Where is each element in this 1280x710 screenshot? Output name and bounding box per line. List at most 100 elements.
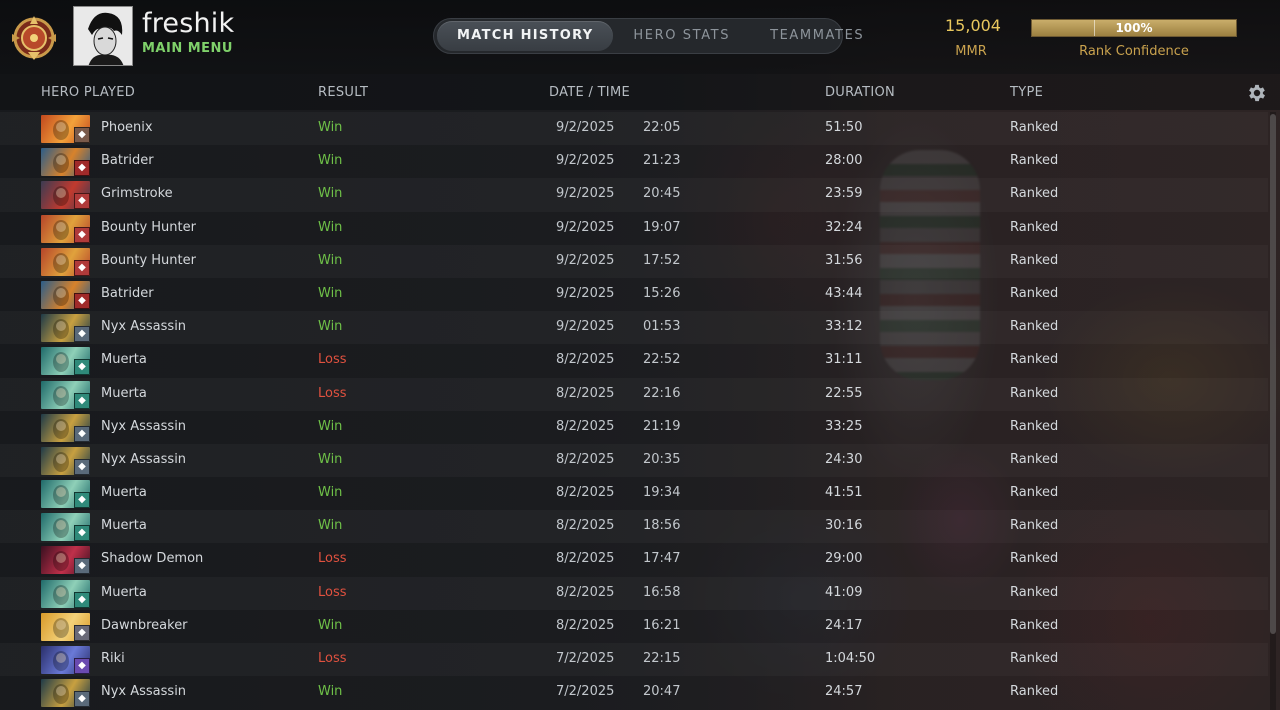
match-date: 9/2/2025	[556, 186, 615, 202]
table-row[interactable]: ◆ Bounty Hunter Win 9/2/2025 19:07 32:24…	[0, 212, 1268, 245]
table-row[interactable]: ◆ Muerta Loss 8/2/2025 16:58 41:09 Ranke…	[0, 577, 1268, 610]
match-date: 7/2/2025	[556, 651, 615, 666]
match-result: Win	[318, 120, 343, 135]
table-row[interactable]: ◆ Phoenix Win 9/2/2025 22:05 51:50 Ranke…	[0, 112, 1268, 145]
tab-match-history[interactable]: MATCH HISTORY	[437, 21, 614, 51]
column-header-hero[interactable]: HERO PLAYED	[41, 85, 135, 100]
column-header-type[interactable]: TYPE	[1010, 85, 1043, 100]
match-result: Loss	[318, 584, 347, 600]
avatar-image	[74, 7, 132, 65]
match-duration: 28:00	[825, 153, 863, 169]
match-duration: 30:16	[825, 518, 863, 534]
scrollbar-thumb[interactable]	[1270, 114, 1276, 634]
match-date: 8/2/2025	[556, 584, 615, 600]
roamer-icon: ◆	[74, 425, 90, 442]
match-duration: 41:09	[825, 584, 863, 600]
match-result: Loss	[318, 651, 347, 666]
hero-portrait-icon: ◆	[41, 579, 90, 608]
match-list: ◆ Phoenix Win 9/2/2025 22:05 51:50 Ranke…	[0, 112, 1268, 709]
roamer-icon: ◆	[74, 658, 90, 674]
match-type: Ranked	[1010, 153, 1059, 169]
hero-portrait-icon: ◆	[41, 181, 90, 210]
match-result: Win	[318, 186, 343, 202]
match-type: Ranked	[1010, 418, 1059, 434]
hard-support-icon: ◆	[74, 127, 90, 143]
column-header-result[interactable]: RESULT	[318, 85, 368, 100]
hero-portrait-icon: ◆	[41, 247, 90, 276]
gear-icon[interactable]	[1246, 82, 1268, 104]
table-row[interactable]: ◆ Nyx Assassin Win 9/2/2025 01:53 33:12 …	[0, 311, 1268, 344]
carry-icon: ◆	[74, 492, 90, 509]
match-time: 22:05	[643, 120, 681, 135]
match-time: 20:47	[643, 684, 681, 700]
match-result: Win	[318, 518, 343, 534]
table-row[interactable]: ◆ Batrider Win 9/2/2025 15:26 43:44 Rank…	[0, 278, 1268, 311]
tab-bar: MATCH HISTORY HERO STATS TEAMMATES	[433, 18, 863, 54]
tab-teammates[interactable]: TEAMMATES	[750, 21, 884, 51]
roamer-icon: ◆	[74, 691, 90, 708]
match-duration: 24:17	[825, 617, 863, 633]
table-row[interactable]: ◆ Muerta Loss 8/2/2025 22:52 31:11 Ranke…	[0, 344, 1268, 377]
column-header-duration[interactable]: DURATION	[825, 85, 895, 100]
support-icon: ◆	[74, 226, 90, 243]
table-row[interactable]: ◆ Grimstroke Win 9/2/2025 20:45 23:59 Ra…	[0, 178, 1268, 211]
match-duration: 51:50	[825, 120, 863, 135]
table-row[interactable]: ◆ Riki Loss 7/2/2025 22:15 1:04:50 Ranke…	[0, 643, 1268, 676]
table-row[interactable]: ◆ Muerta Loss 8/2/2025 22:16 22:55 Ranke…	[0, 378, 1268, 411]
column-header-datetime[interactable]: DATE / TIME	[549, 85, 630, 100]
match-type: Ranked	[1010, 285, 1059, 301]
table-row[interactable]: ◆ Muerta Win 8/2/2025 18:56 30:16 Ranked	[0, 510, 1268, 543]
rank-medal-icon	[12, 16, 56, 60]
hero-portrait-icon: ◆	[41, 480, 90, 509]
match-date: 7/2/2025	[556, 684, 615, 700]
offlane-icon: ◆	[74, 160, 90, 177]
hero-portrait-icon: ◆	[41, 679, 90, 708]
carry-icon: ◆	[74, 591, 90, 608]
match-duration: 43:44	[825, 285, 863, 301]
roamer-icon: ◆	[74, 458, 90, 475]
match-time: 19:34	[643, 485, 681, 501]
match-duration: 33:12	[825, 319, 863, 335]
match-type: Ranked	[1010, 617, 1059, 633]
hero-name: Nyx Assassin	[101, 451, 187, 467]
main-menu-link[interactable]: MAIN MENU	[142, 41, 233, 56]
match-result: Loss	[318, 551, 347, 567]
table-row[interactable]: ◆ Bounty Hunter Win 9/2/2025 17:52 31:56…	[0, 245, 1268, 278]
match-duration: 32:24	[825, 219, 863, 235]
offlane-icon: ◆	[74, 292, 90, 309]
avatar[interactable]	[73, 6, 133, 66]
table-row[interactable]: ◆ Nyx Assassin Win 7/2/2025 20:47 24:57 …	[0, 676, 1268, 709]
hero-portrait-icon: ◆	[41, 314, 90, 343]
scrollbar[interactable]	[1270, 112, 1276, 710]
match-time: 01:53	[643, 319, 681, 335]
match-time: 16:58	[643, 584, 681, 600]
hero-portrait-icon: ◆	[41, 413, 90, 442]
match-date: 8/2/2025	[556, 385, 615, 401]
table-row[interactable]: ◆ Dawnbreaker Win 8/2/2025 16:21 24:17 R…	[0, 610, 1268, 643]
match-time: 17:52	[643, 252, 681, 268]
table-row[interactable]: ◆ Batrider Win 9/2/2025 21:23 28:00 Rank…	[0, 145, 1268, 178]
match-type: Ranked	[1010, 584, 1059, 600]
match-type: Ranked	[1010, 451, 1059, 467]
roamer-icon: ◆	[74, 326, 90, 343]
tab-hero-stats[interactable]: HERO STATS	[613, 21, 750, 51]
match-date: 8/2/2025	[556, 352, 615, 368]
hero-name: Nyx Assassin	[101, 319, 187, 335]
match-result: Win	[318, 319, 343, 335]
match-date: 9/2/2025	[556, 120, 615, 135]
table-row[interactable]: ◆ Muerta Win 8/2/2025 19:34 41:51 Ranked	[0, 477, 1268, 510]
hero-name: Dawnbreaker	[101, 617, 188, 633]
hero-name: Phoenix	[101, 120, 153, 135]
match-time: 20:45	[643, 186, 681, 202]
match-type: Ranked	[1010, 120, 1059, 135]
match-type: Ranked	[1010, 651, 1059, 666]
table-row[interactable]: ◆ Shadow Demon Loss 8/2/2025 17:47 29:00…	[0, 543, 1268, 576]
hero-name: Nyx Assassin	[101, 684, 187, 700]
match-type: Ranked	[1010, 186, 1059, 202]
mmr-value: 15,004	[945, 16, 1001, 35]
match-time: 17:47	[643, 551, 681, 567]
table-row[interactable]: ◆ Nyx Assassin Win 8/2/2025 20:35 24:30 …	[0, 444, 1268, 477]
table-row[interactable]: ◆ Nyx Assassin Win 8/2/2025 21:19 33:25 …	[0, 411, 1268, 444]
hero-name: Nyx Assassin	[101, 418, 187, 434]
match-duration: 22:55	[825, 385, 863, 401]
